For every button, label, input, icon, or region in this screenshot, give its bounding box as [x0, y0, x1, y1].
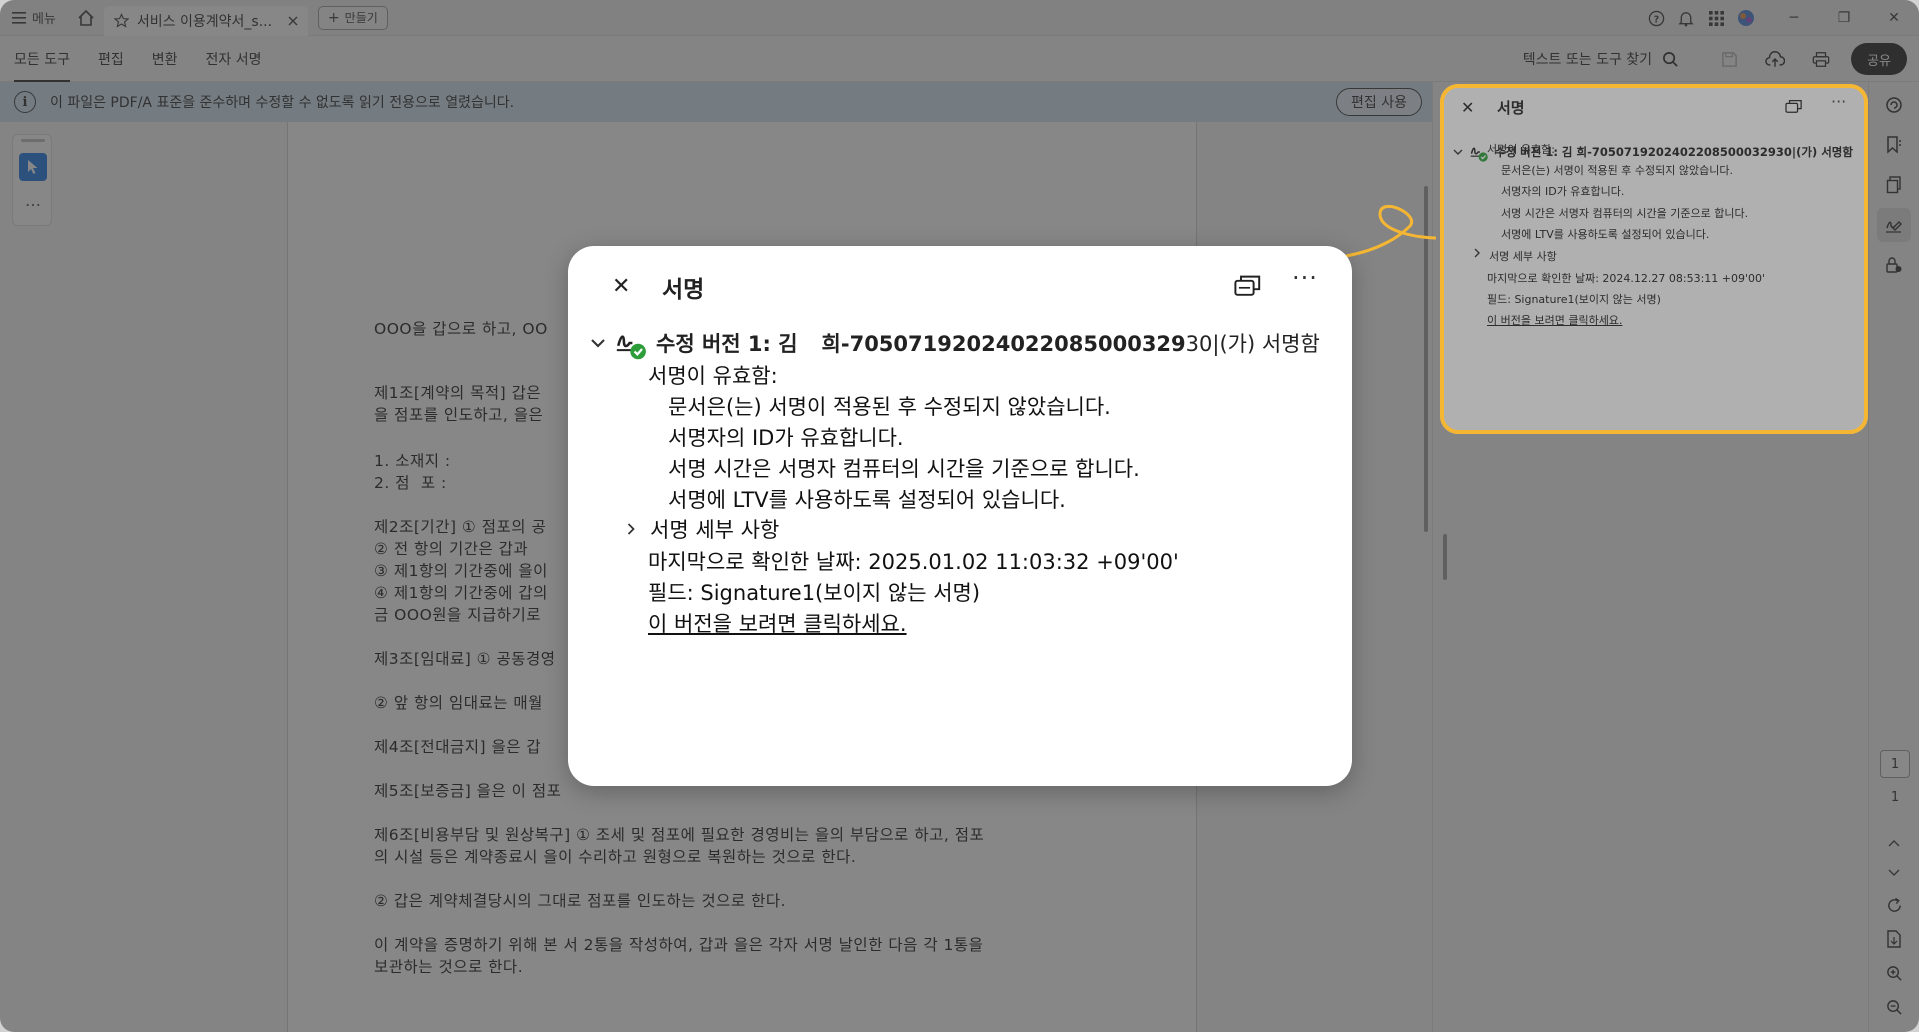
chevron-down-icon[interactable] [590, 337, 606, 349]
magnified-signature-panel: ✕ 서명 ··· 수정 버전 1: 김 희-705071920240220850… [568, 246, 1352, 786]
popup-detail-line: 서명 시간은 서명자 컴퓨터의 시간을 기준으로 합니다. [668, 457, 1140, 481]
popup-close-icon[interactable]: ✕ [612, 274, 630, 299]
popup-sig-details-label: 서명 세부 사항 [650, 518, 780, 542]
popup-detail-line: 문서은(는) 서명이 적용된 후 수정되지 않았습니다. [668, 395, 1111, 419]
popup-signature-field: 필드: Signature1(보이지 않는 서명) [648, 581, 981, 605]
popup-version-prefix: 수정 버전 1: 김 [656, 332, 798, 356]
signature-valid-icon [616, 335, 646, 360]
popup-signature-version-row[interactable]: 수정 버전 1: 김 희-70507192024022085000329 30|(… [590, 326, 1320, 360]
popup-signature-details-toggle[interactable]: 서명 세부 사항 [626, 514, 779, 544]
chevron-right-icon [627, 523, 635, 535]
popup-last-checked: 마지막으로 확인한 날짜: 2025.01.02 11:03:32 +09'00… [648, 550, 1179, 574]
popup-valid-label: 서명이 유효함: [648, 364, 778, 388]
acrobat-window: 메뉴 서비스 이용계약서_s... + 만들기 ? [0, 0, 1919, 1032]
popup-version-suffix: 30|(가) 서명함 [1185, 332, 1320, 356]
popup-view-version-link[interactable]: 이 버전을 보려면 클릭하세요. [648, 608, 907, 638]
popup-detail-line: 서명에 LTV를 사용하도록 설정되어 있습니다. [668, 488, 1066, 512]
validate-all-icon[interactable] [1234, 272, 1262, 298]
popup-more-button[interactable]: ··· [1292, 264, 1318, 292]
popup-version-id: 희-70507192024022085000329 [821, 332, 1186, 356]
popup-title: 서명 [662, 277, 705, 303]
popup-detail-line: 서명자의 ID가 유효합니다. [668, 426, 904, 450]
